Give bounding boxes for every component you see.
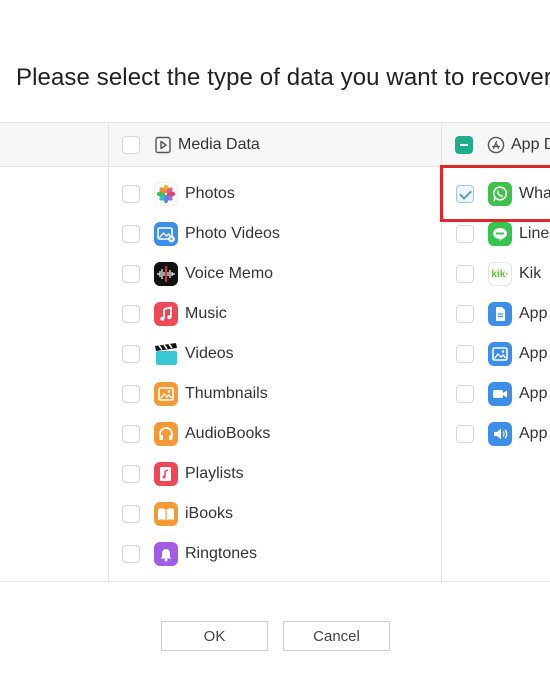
audiobooks-checkbox[interactable] <box>122 425 140 443</box>
app-video-checkbox[interactable] <box>456 385 474 403</box>
ibooks-icon <box>154 502 178 526</box>
voice-memo-checkbox[interactable] <box>122 265 140 283</box>
media-item-music[interactable]: Music <box>122 299 227 329</box>
media-item-photos[interactable]: Photos <box>122 179 235 209</box>
photos-label: Photos <box>185 185 235 202</box>
app-photo-icon <box>488 342 512 366</box>
cancel-button[interactable]: Cancel <box>283 621 390 651</box>
media-item-playlists[interactable]: Playlists <box>122 459 244 489</box>
thumbnails-icon <box>154 382 178 406</box>
media-data-select-all-checkbox[interactable] <box>122 136 140 154</box>
ringtones-icon <box>154 542 178 566</box>
line-checkbox[interactable] <box>456 225 474 243</box>
videos-checkbox[interactable] <box>122 345 140 363</box>
app-data-header[interactable]: App D <box>455 123 550 167</box>
whatsapp-highlight-box <box>440 165 550 222</box>
app-document-label: App <box>519 305 548 322</box>
videos-icon <box>154 342 178 366</box>
playlists-icon <box>154 462 178 486</box>
app-item-audio[interactable]: App <box>456 419 547 449</box>
ringtones-checkbox[interactable] <box>122 545 140 563</box>
videos-label: Videos <box>185 345 234 362</box>
column-divider <box>108 123 109 583</box>
app-item-document[interactable]: App <box>456 299 547 329</box>
playlists-checkbox[interactable] <box>122 465 140 483</box>
kik-label: Kik <box>519 265 542 282</box>
line-icon <box>488 222 512 246</box>
thumbnails-checkbox[interactable] <box>122 385 140 403</box>
kik-icon: kik· <box>488 262 512 286</box>
voice-memo-label: Voice Memo <box>185 265 274 282</box>
app-store-icon <box>487 136 505 154</box>
media-item-voice-memo[interactable]: Voice Memo <box>122 259 273 289</box>
app-audio-icon <box>488 422 512 446</box>
media-data-header[interactable]: Media Data <box>122 123 260 167</box>
media-play-icon <box>155 136 171 154</box>
audiobooks-icon <box>154 422 178 446</box>
app-document-icon <box>488 302 512 326</box>
app-data-select-all-checkbox[interactable] <box>455 136 473 154</box>
photo-videos-checkbox[interactable] <box>122 225 140 243</box>
app-photo-checkbox[interactable] <box>456 345 474 363</box>
ringtones-label: Ringtones <box>185 545 258 562</box>
thumbnails-label: Thumbnails <box>185 385 268 402</box>
line-label: Line <box>519 225 550 242</box>
media-item-thumbnails[interactable]: Thumbnails <box>122 379 268 409</box>
app-item-kik[interactable]: kik· Kik <box>456 259 541 289</box>
music-checkbox[interactable] <box>122 305 140 323</box>
app-data-header-label: App D <box>511 136 550 153</box>
app-item-line[interactable]: Line <box>456 219 549 249</box>
media-item-photo-videos[interactable]: Photo Videos <box>122 219 280 249</box>
app-document-checkbox[interactable] <box>456 305 474 323</box>
playlists-label: Playlists <box>185 465 244 482</box>
photos-checkbox[interactable] <box>122 185 140 203</box>
app-video-label: App <box>519 385 548 402</box>
audiobooks-label: AudioBooks <box>185 425 271 442</box>
music-label: Music <box>185 305 227 322</box>
ibooks-label: iBooks <box>185 505 234 522</box>
app-audio-label: App <box>519 425 548 442</box>
voice-memo-icon <box>154 262 178 286</box>
photo-videos-label: Photo Videos <box>185 225 280 242</box>
app-item-photo[interactable]: App <box>456 339 547 369</box>
app-item-video[interactable]: App <box>456 379 547 409</box>
photos-icon <box>154 182 178 206</box>
media-data-header-label: Media Data <box>178 136 260 153</box>
kik-checkbox[interactable] <box>456 265 474 283</box>
media-item-ibooks[interactable]: iBooks <box>122 499 233 529</box>
app-audio-checkbox[interactable] <box>456 425 474 443</box>
dialog-title: Please select the type of data you want … <box>16 64 550 91</box>
ok-button[interactable]: OK <box>161 621 268 651</box>
photo-videos-icon <box>154 222 178 246</box>
media-item-videos[interactable]: Videos <box>122 339 234 369</box>
app-photo-label: App <box>519 345 548 362</box>
app-video-icon <box>488 382 512 406</box>
media-item-audiobooks[interactable]: AudioBooks <box>122 419 270 449</box>
music-icon <box>154 302 178 326</box>
ibooks-checkbox[interactable] <box>122 505 140 523</box>
media-item-ringtones[interactable]: Ringtones <box>122 539 257 569</box>
